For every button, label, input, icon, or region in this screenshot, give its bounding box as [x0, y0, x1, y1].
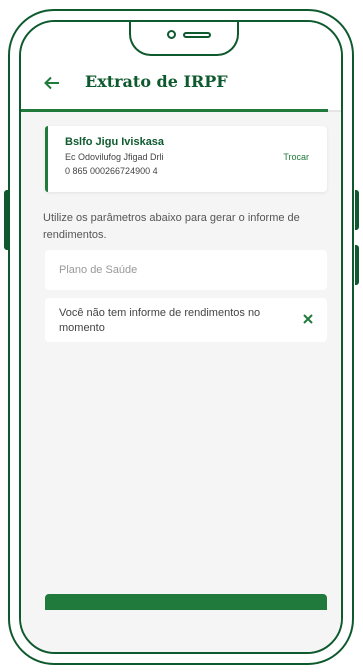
arrow-left-icon[interactable]: [43, 74, 61, 92]
phone-notch: [129, 22, 239, 56]
account-agency: Ec Odovilufog Jfigad Drli: [65, 152, 164, 162]
instructions-text: Utilize os parâmetros abaixo para gerar …: [43, 212, 300, 241]
phone-side-button: [4, 190, 8, 250]
progress-bar: [21, 109, 329, 112]
phone-screen: Extrato de IRPF Bslfo Jigu Iviskasa Ec O…: [19, 20, 343, 654]
account-number: 0 865 000266724900 4: [65, 166, 158, 176]
account-name: Bslfo Jigu Iviskasa: [65, 136, 165, 148]
close-icon[interactable]: [303, 312, 313, 327]
camera-icon: [167, 30, 176, 39]
no-reports-notice: Você não tem informe de rendimentos no m…: [45, 298, 327, 342]
generate-report-button[interactable]: [45, 594, 327, 610]
plan-select[interactable]: Plano de Saúde: [45, 250, 327, 290]
phone-volume-up-button: [355, 190, 359, 230]
phone-volume-down-button: [355, 245, 359, 285]
account-accent-bar: [45, 126, 48, 192]
account-card: Bslfo Jigu Iviskasa Ec Odovilufog Jfigad…: [45, 126, 327, 192]
notice-text: Você não tem informe de rendimentos no m…: [59, 307, 261, 334]
speaker-icon: [183, 32, 211, 38]
change-account-link[interactable]: Trocar: [283, 152, 309, 162]
bottom-area: [21, 610, 341, 652]
page-title: Extrato de IRPF: [85, 72, 228, 91]
